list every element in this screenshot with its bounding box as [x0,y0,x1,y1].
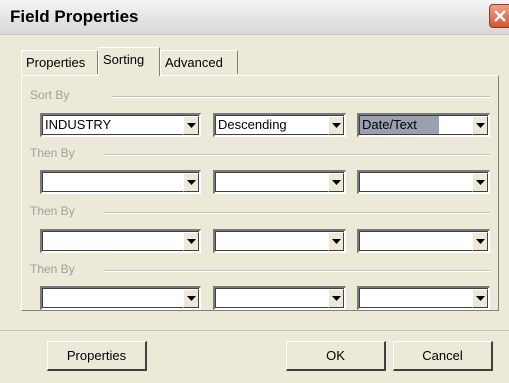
sort-by-order-value: Descending [218,117,287,132]
chevron-down-icon [187,180,196,185]
chevron-down-icon [332,180,341,185]
then-by-2-order-combo[interactable] [213,229,346,253]
then-by-3-divider [104,270,490,272]
then-by-1-order-combo[interactable] [213,170,346,194]
cancel-button-label: Cancel [422,348,463,363]
then-by-1-divider [104,154,490,156]
sort-by-label: Sort By [30,88,76,102]
tab-advanced-label: Advanced [165,55,223,70]
then-by-3-type-combo[interactable] [357,286,490,310]
sort-by-field-combo[interactable]: INDUSTRY [40,113,201,137]
title-bar[interactable]: Field Properties [0,0,509,35]
then-by-3-field-dropdown-button[interactable] [183,289,199,308]
sort-by-type-combo[interactable]: Date/Text [357,113,490,137]
then-by-2-label: Then By [30,204,81,218]
then-by-2-type-dropdown-button[interactable] [472,232,488,251]
chevron-down-icon [332,123,341,128]
tab-sorting-label: Sorting [103,52,145,67]
close-icon [494,10,506,22]
chevron-down-icon [476,239,485,244]
chevron-down-icon [187,296,196,301]
chevron-down-icon [187,123,196,128]
tab-properties-label: Properties [26,55,86,70]
window-title: Field Properties [10,7,139,26]
then-by-1-type-dropdown-button[interactable] [472,173,488,192]
sort-by-field-value: INDUSTRY [45,117,112,132]
sort-by-type-dropdown-button[interactable] [472,116,488,135]
then-by-2-type-combo[interactable] [357,229,490,253]
then-by-3-order-dropdown-button[interactable] [328,289,344,308]
sort-by-order-combo[interactable]: Descending [213,113,346,137]
ok-button-label: OK [326,348,345,363]
field-properties-dialog: Field Properties Properties Sorting Adva… [0,0,509,383]
tab-properties[interactable]: Properties [21,50,98,74]
then-by-1-order-dropdown-button[interactable] [328,173,344,192]
properties-button[interactable]: Properties [47,341,147,371]
then-by-1-field-dropdown-button[interactable] [183,173,199,192]
then-by-1-label: Then By [30,146,81,160]
chevron-down-icon [332,296,341,301]
ok-button[interactable]: OK [286,341,386,371]
sort-by-order-dropdown-button[interactable] [328,116,344,135]
then-by-3-label: Then By [30,262,81,276]
sort-by-divider [112,96,490,98]
then-by-3-field-combo[interactable] [40,286,201,310]
chevron-down-icon [187,239,196,244]
tab-advanced[interactable]: Advanced [160,50,238,74]
chevron-down-icon [476,296,485,301]
then-by-1-field-combo[interactable] [40,170,201,194]
then-by-2-field-dropdown-button[interactable] [183,232,199,251]
chevron-down-icon [476,180,485,185]
footer-separator [0,330,509,331]
chevron-down-icon [332,239,341,244]
tab-sorting[interactable]: Sorting [98,47,160,78]
then-by-3-type-dropdown-button[interactable] [472,289,488,308]
then-by-1-type-combo[interactable] [357,170,490,194]
sort-by-field-dropdown-button[interactable] [183,116,199,135]
then-by-2-order-dropdown-button[interactable] [328,232,344,251]
sort-by-type-value: Date/Text [360,116,439,134]
cancel-button[interactable]: Cancel [393,341,493,371]
chevron-down-icon [476,123,485,128]
then-by-2-divider [104,212,490,214]
properties-button-label: Properties [66,348,127,363]
then-by-3-order-combo[interactable] [213,286,346,310]
close-button[interactable] [489,4,509,28]
then-by-2-field-combo[interactable] [40,229,201,253]
